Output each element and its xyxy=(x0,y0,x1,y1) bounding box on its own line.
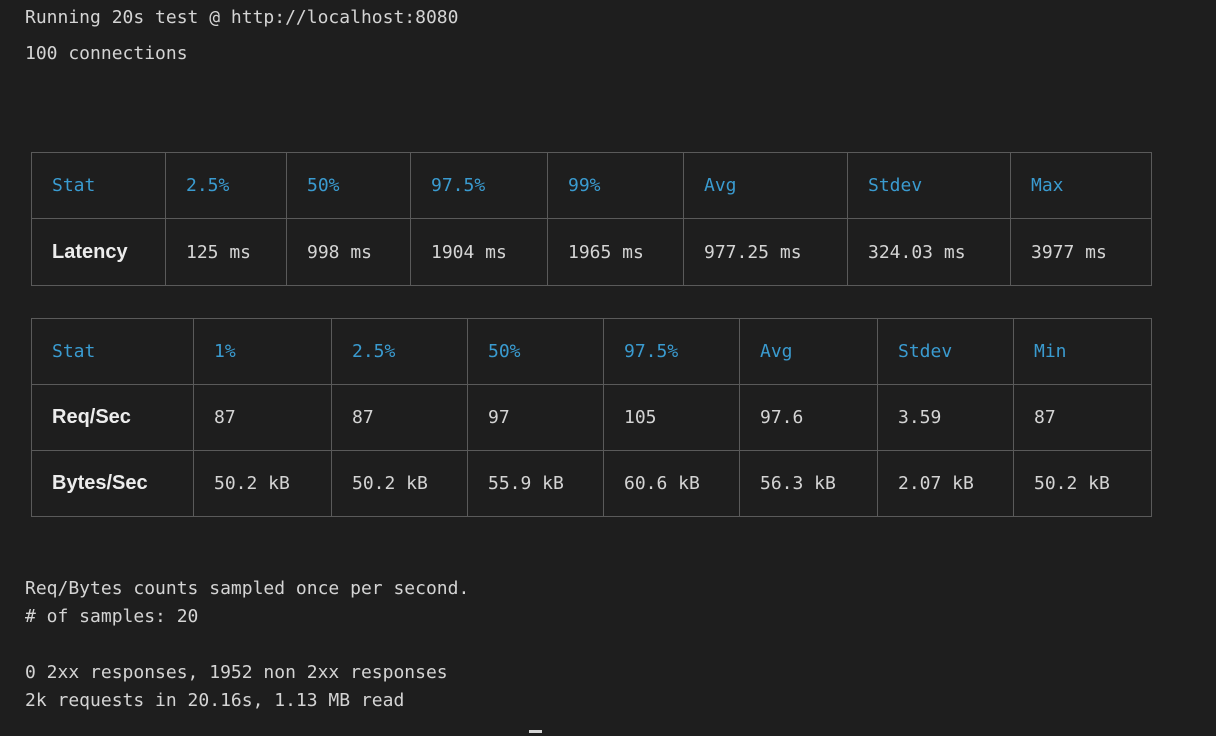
table-cell: 97 xyxy=(467,384,604,451)
throughput-header-cell: 1% xyxy=(193,318,332,385)
table-cell: 87 xyxy=(1013,384,1152,451)
table-cell: 56.3 kB xyxy=(739,450,878,517)
footer-line-responses: 0 2xx responses, 1952 non 2xx responses xyxy=(25,662,448,683)
table-cell: 2.07 kB xyxy=(877,450,1014,517)
footer-line-requests: 2k requests in 20.16s, 1.13 MB read xyxy=(25,690,405,711)
throughput-header-cell: 2.5% xyxy=(331,318,468,385)
latency-header-cell: 97.5% xyxy=(410,152,548,219)
table-cell: 977.25 ms xyxy=(683,218,848,286)
throughput-header-cell: Stdev xyxy=(877,318,1014,385)
table-cell: 50.2 kB xyxy=(331,450,468,517)
throughput-header-cell: 50% xyxy=(467,318,604,385)
latency-header-cell: 99% xyxy=(547,152,684,219)
table-cell: 3977 ms xyxy=(1010,218,1152,286)
table-cell: 105 xyxy=(603,384,740,451)
table-cell: 50.2 kB xyxy=(1013,450,1152,517)
table-cell: 50.2 kB xyxy=(193,450,332,517)
latency-header-cell: Avg xyxy=(683,152,848,219)
table-cell: 87 xyxy=(331,384,468,451)
row-label: Latency xyxy=(31,218,166,286)
table-cell: 125 ms xyxy=(165,218,287,286)
table-row: Req/Sec 87 87 97 105 97.6 3.59 87 xyxy=(31,384,1152,451)
table-cell: 1904 ms xyxy=(410,218,548,286)
row-label: Req/Sec xyxy=(31,384,194,451)
table-row: Bytes/Sec 50.2 kB 50.2 kB 55.9 kB 60.6 k… xyxy=(31,450,1152,517)
header-line-run: Running 20s test @ http://localhost:8080 xyxy=(25,7,459,28)
table-cell: 1965 ms xyxy=(547,218,684,286)
latency-table: Stat 2.5% 50% 97.5% 99% Avg Stdev Max La… xyxy=(31,152,1152,286)
table-cell: 998 ms xyxy=(286,218,411,286)
header-line-connections: 100 connections xyxy=(25,43,188,64)
latency-header-cell: 2.5% xyxy=(165,152,287,219)
table-cell: 97.6 xyxy=(739,384,878,451)
throughput-header-row: Stat 1% 2.5% 50% 97.5% Avg Stdev Min xyxy=(31,318,1152,385)
footer-line-sampling: Req/Bytes counts sampled once per second… xyxy=(25,578,470,599)
throughput-header-cell: Stat xyxy=(31,318,194,385)
latency-header-row: Stat 2.5% 50% 97.5% 99% Avg Stdev Max xyxy=(31,152,1152,219)
throughput-header-cell: Min xyxy=(1013,318,1152,385)
throughput-header-cell: 97.5% xyxy=(603,318,740,385)
footer-line-samples: # of samples: 20 xyxy=(25,606,199,627)
table-row: Latency 125 ms 998 ms 1904 ms 1965 ms 97… xyxy=(31,218,1152,286)
table-cell: 60.6 kB xyxy=(603,450,740,517)
row-label: Bytes/Sec xyxy=(31,450,194,517)
table-cell: 55.9 kB xyxy=(467,450,604,517)
table-cell: 324.03 ms xyxy=(847,218,1011,286)
terminal-cursor xyxy=(529,730,542,733)
latency-header-cell: Max xyxy=(1010,152,1152,219)
latency-header-cell: Stat xyxy=(31,152,166,219)
table-cell: 87 xyxy=(193,384,332,451)
table-cell: 3.59 xyxy=(877,384,1014,451)
latency-header-cell: 50% xyxy=(286,152,411,219)
throughput-header-cell: Avg xyxy=(739,318,878,385)
latency-header-cell: Stdev xyxy=(847,152,1011,219)
throughput-table: Stat 1% 2.5% 50% 97.5% Avg Stdev Min Req… xyxy=(31,318,1152,517)
